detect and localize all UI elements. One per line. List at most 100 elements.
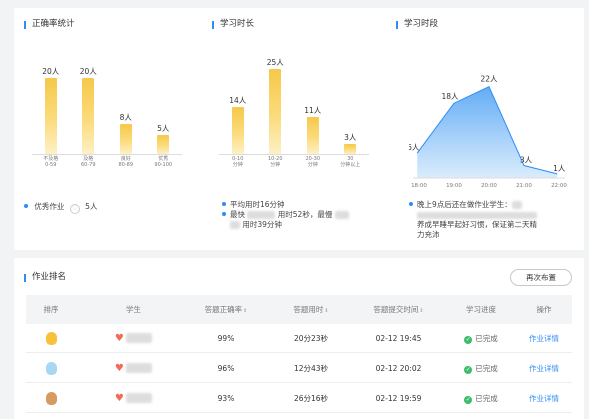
area-fill xyxy=(417,86,558,178)
bar xyxy=(157,135,170,154)
x-tick-label: 20:00 xyxy=(481,183,497,189)
bar-value-label: 8人 xyxy=(119,112,132,122)
category-label: 优秀 90-100 xyxy=(146,156,180,168)
category-label-line: 60-79 xyxy=(80,162,96,168)
reassign-button[interactable]: 再次布置 xyxy=(510,269,572,286)
late-note-line3: 力充沛 xyxy=(417,230,440,239)
bar xyxy=(231,106,244,154)
check-circle-icon: ✓ xyxy=(464,336,473,344)
late-note-line2: 养成早睡早起好习惯，保证第二天精 xyxy=(417,220,537,229)
col-rank: 排序 xyxy=(43,305,59,314)
excellent-label: 优秀作业 xyxy=(34,202,65,211)
x-tick-label: 18:00 xyxy=(411,183,427,189)
medal-icon xyxy=(46,362,57,375)
col-time[interactable]: 答题用时⇕ xyxy=(271,295,351,324)
avg-time: 平均用时16分钟 xyxy=(230,200,285,209)
category-label: 0-10 分钟 xyxy=(221,156,255,168)
late-note-line1: 晚上9点后还在做作业学生： xyxy=(417,200,512,209)
heart-icon: ♥ xyxy=(114,333,124,344)
bullet-dot xyxy=(222,202,226,206)
point-value-label: 6人 xyxy=(409,143,420,152)
bar-value-label: 11人 xyxy=(304,105,322,115)
period-chart: 6人 18人 22人 3人 1人 18:00 19:00 20:00 21:00 22:00 xyxy=(409,75,567,189)
bar xyxy=(44,78,57,154)
bullet-dot xyxy=(222,212,226,216)
col-action: 操作 xyxy=(536,305,552,314)
table-row: ♥ 96% 12分43秒 02-12 20:02 ✓ 已完成 作业详情 xyxy=(26,354,572,383)
accuracy-cell: 99% xyxy=(217,334,235,343)
blurred-student-name xyxy=(230,221,240,229)
table-header: 排序 学生 答题正确率⇕ 答题用时⇕ 答题提交时间⇕ 学习进度 操作 xyxy=(26,295,572,324)
medal-icon xyxy=(46,392,57,405)
excellent-count: 5人 xyxy=(85,202,98,211)
duration-title: 学习时长 xyxy=(212,19,254,30)
bar-value-label: 25人 xyxy=(266,58,284,68)
col-progress: 学习进度 xyxy=(466,305,496,314)
homework-detail-link[interactable]: 作业详情 xyxy=(529,364,559,373)
category-label-line: 0-59 xyxy=(45,162,57,168)
action-cell: 作业详情 xyxy=(516,354,572,383)
point-value-label: 1人 xyxy=(553,164,566,173)
rank-cell xyxy=(26,384,76,413)
submitted-cell: 02-12 20:02 xyxy=(375,364,422,373)
bullet-dot xyxy=(24,204,28,208)
ranking-card: 作业排名 再次布置 排序 学生 答题正确率⇕ 答题用时⇕ 答题提交时间⇕ 学习进… xyxy=(14,258,584,419)
duration-chart: 14人 0-10 分钟 25人 10-20 分钟 11人 20-30 分钟 3人 30 分钟以上 xyxy=(219,50,369,190)
table-row: ♥ 93% 26分16秒 02-12 19:59 ✓ 已完成 作业详情 xyxy=(26,384,572,413)
time-cell: 26分16秒 xyxy=(293,394,329,403)
bar-value-label: 20人 xyxy=(79,67,97,76)
category-label-line: 分钟以上 xyxy=(340,162,361,168)
x-axis-line xyxy=(32,154,182,155)
x-axis-line xyxy=(219,154,369,155)
bar xyxy=(119,123,132,154)
blurred-student-name xyxy=(511,201,522,209)
col-accuracy[interactable]: 答题正确率⇕ xyxy=(181,295,271,324)
bar xyxy=(82,78,95,154)
homework-detail-link[interactable]: 作业详情 xyxy=(529,394,559,403)
action-cell: 作业详情 xyxy=(516,384,572,413)
point-value-label: 18人 xyxy=(441,92,459,101)
student-cell: ♥ xyxy=(86,354,181,383)
accuracy-cell: 93% xyxy=(217,394,235,403)
x-tick-label: 21:00 xyxy=(516,183,532,189)
bar xyxy=(306,116,319,154)
fast-time: 用时52秒，最慢 xyxy=(277,210,333,219)
blurred-student-name xyxy=(126,363,153,373)
sort-icon[interactable]: ⇕ xyxy=(243,308,247,314)
stats-card: 正确率统计 学习时长 学习时段 20人 不及格 0-59 20人 及格 60-79 8人 良好… xyxy=(14,8,584,250)
category-label-line: 90-100 xyxy=(154,162,173,168)
fast-prefix: 最快 xyxy=(230,210,245,219)
category-label: 30 分钟以上 xyxy=(333,156,367,168)
time-cell: 20分23秒 xyxy=(293,334,329,343)
sort-icon[interactable]: ⇕ xyxy=(419,308,423,314)
sort-icon[interactable]: ⇕ xyxy=(324,308,328,314)
accuracy-title: 正确率统计 xyxy=(24,19,75,30)
slow-time: 用时39分钟 xyxy=(242,220,282,229)
heart-outline-icon: ♡ xyxy=(69,204,80,214)
excellent-homework-note: 优秀作业 ♡ 5人 xyxy=(24,202,97,214)
homework-detail-link[interactable]: 作业详情 xyxy=(529,334,559,343)
category-label: 不及格 0-59 xyxy=(34,156,68,168)
bar xyxy=(344,143,357,154)
bar-value-label: 3人 xyxy=(344,132,357,142)
category-label-line: 分钟 xyxy=(232,162,243,168)
submitted-cell: 02-12 19:59 xyxy=(375,394,422,403)
ranking-title: 作业排名 xyxy=(24,272,66,283)
table-row: ♥ 99% 20分23秒 02-12 19:45 ✓ 已完成 作业详情 xyxy=(26,324,572,353)
x-tick-label: 22:00 xyxy=(551,183,567,189)
progress-cell: ✓ 已完成 xyxy=(446,384,516,413)
heart-icon: ♥ xyxy=(114,363,124,374)
col-submitted[interactable]: 答题提交时间⇕ xyxy=(351,295,446,324)
heart-icon: ♥ xyxy=(114,393,124,404)
category-label-line: 80-89 xyxy=(118,162,134,168)
progress-cell: ✓ 已完成 xyxy=(446,324,516,353)
category-label-line: 分钟 xyxy=(270,162,281,168)
progress-label: 已完成 xyxy=(475,334,498,343)
time-cell: 12分43秒 xyxy=(293,364,329,373)
rank-cell xyxy=(26,324,76,353)
col-student: 学生 xyxy=(126,305,141,314)
progress-label: 已完成 xyxy=(475,394,498,403)
check-circle-icon: ✓ xyxy=(464,396,473,404)
category-label: 20-30 分钟 xyxy=(296,156,330,168)
category-label-line: 分钟 xyxy=(307,162,318,168)
